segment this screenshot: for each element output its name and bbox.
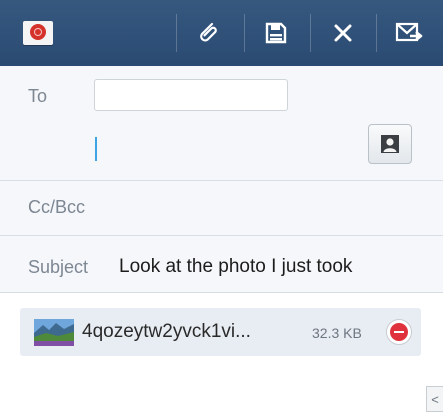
contacts-button[interactable] (368, 124, 412, 164)
divider (244, 14, 245, 52)
send-mail-icon (395, 22, 423, 42)
divider (0, 292, 443, 293)
divider (176, 14, 177, 52)
contact-icon (381, 135, 399, 153)
cc-bcc-label[interactable]: Cc/Bcc (28, 197, 85, 218)
close-icon (334, 24, 352, 42)
chevron-left-icon[interactable]: < (426, 386, 443, 412)
action-bar (0, 0, 443, 66)
save-icon (265, 22, 287, 44)
to-label: To (28, 86, 48, 106)
attachment-file-name: 4qozeytw2yvck1vi... (82, 321, 251, 342)
save-draft-button[interactable] (251, 0, 301, 66)
image-thumbnail-icon (34, 319, 74, 346)
to-input-cursor[interactable] (95, 137, 97, 161)
attachment-file-size: 32.3 KB (312, 325, 362, 341)
email-app-icon[interactable] (23, 21, 53, 45)
to-recipient-chip[interactable] (94, 79, 288, 111)
divider (376, 14, 377, 52)
remove-attachment-button[interactable] (386, 319, 412, 345)
discard-button[interactable] (318, 0, 368, 66)
divider (310, 14, 311, 52)
attach-button[interactable] (183, 0, 233, 66)
subject-input[interactable]: Look at the photo I just took (119, 256, 352, 278)
paperclip-icon (200, 22, 217, 42)
subject-label: Subject (28, 257, 89, 277)
send-button[interactable] (385, 0, 435, 66)
remove-icon (390, 323, 408, 341)
attachment-item[interactable]: 4qozeytw2yvck1vi... 32.3 KB (20, 308, 421, 356)
